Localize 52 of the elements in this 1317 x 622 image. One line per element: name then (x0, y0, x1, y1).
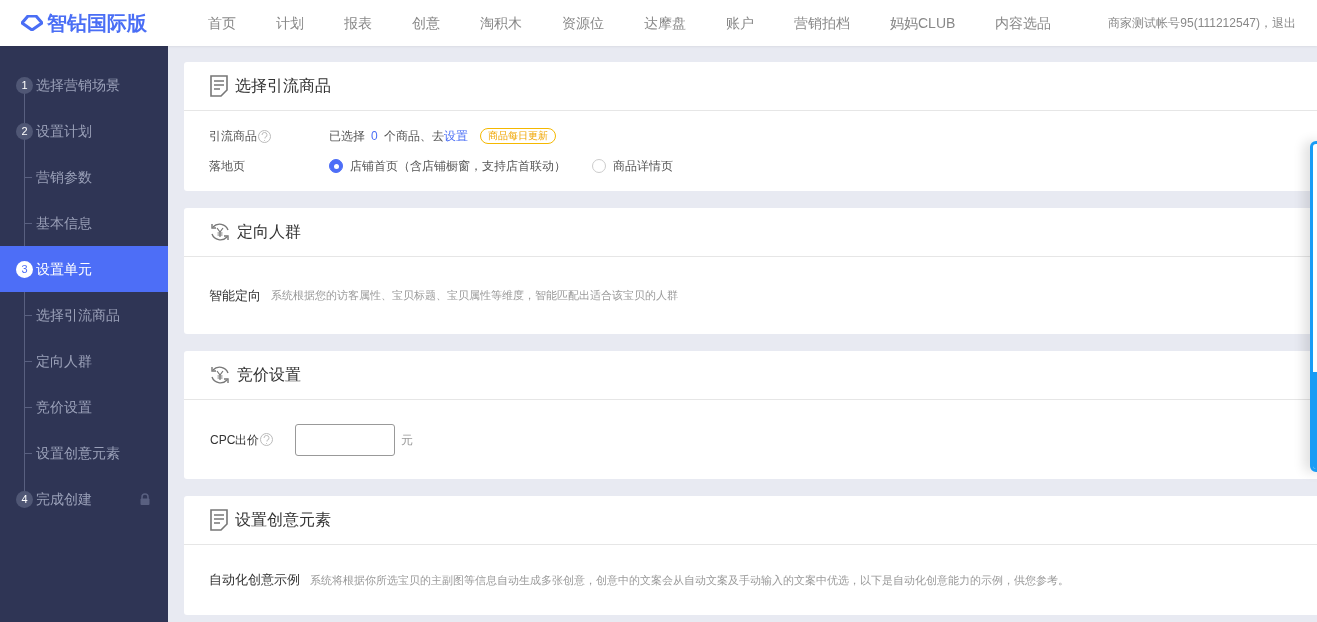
yen-cycle-icon (209, 221, 231, 243)
help-icon[interactable] (258, 129, 271, 143)
nav-link[interactable]: 达摩盘 (644, 12, 686, 34)
sidebar-item[interactable]: 竞价设置 (0, 384, 168, 430)
nav-link[interactable]: 资源位 (562, 12, 604, 34)
nav-link[interactable]: 妈妈CLUB (890, 12, 956, 34)
description-text: 系统根据您的访客属性、宝贝标题、宝贝属性等维度，智能匹配出适合该宝贝的人群 (271, 288, 678, 304)
nav-link[interactable]: 账户 (726, 12, 754, 34)
section-title: 竞价设置 (237, 365, 301, 385)
sidebar-item[interactable]: 营销参数 (0, 154, 168, 200)
logo-text[interactable]: 智钻国际版 (47, 8, 147, 38)
nav-link[interactable]: 报表 (344, 12, 372, 34)
step-number: 4 (16, 490, 33, 508)
radio-button[interactable] (592, 159, 606, 173)
document-icon (209, 509, 229, 531)
radio-option[interactable]: 商品详情页 (592, 157, 673, 175)
selected-count-text: 已选择 0 个商品、去设置 (329, 128, 468, 145)
sidebar-item[interactable]: 1 选择营销场景 (0, 62, 168, 108)
sidebar-item[interactable]: 设置创意元素 (0, 430, 168, 476)
nav-link[interactable]: 首页 (208, 12, 236, 34)
section-title: 定向人群 (237, 222, 301, 242)
step-number: 3 (16, 260, 33, 278)
field-label: 智能定向 (209, 286, 261, 305)
sidebar-item[interactable]: 定向人群 (0, 338, 168, 384)
nav-link[interactable]: 计划 (276, 12, 304, 34)
logo-icon (21, 15, 43, 31)
section-title: 设置创意元素 (235, 510, 331, 530)
document-icon (209, 75, 229, 97)
step-number: 1 (16, 76, 33, 94)
settings-link[interactable]: 设置 (443, 129, 468, 143)
bid-input[interactable] (295, 423, 395, 456)
account-text: 商家测试帐号95(111212547)，退出 (1108, 15, 1296, 32)
field-label: 落地页 (209, 158, 246, 175)
nav-link[interactable]: 淘积木 (480, 12, 522, 34)
description-text: 系统将根据你所选宝贝的主副图等信息自动生成多张创意，创意中的文案会从自动文案及手动输入的文案中优选，以下是自动化创意能力的示例，供您参考。 (310, 572, 1069, 588)
section-title: 选择引流商品 (235, 76, 331, 96)
field-label: CPC出价 (210, 431, 260, 449)
nav-link[interactable]: 营销拍档 (794, 12, 850, 34)
sidebar-item[interactable]: 3 设置单元 (0, 246, 168, 292)
sidebar-item[interactable]: 选择引流商品 (0, 292, 168, 338)
field-label: 引流商品 (209, 128, 257, 145)
radio-option[interactable]: 店铺首页（含店铺橱窗，支持店首联动） (329, 157, 566, 175)
sidebar-item[interactable]: 基本信息 (0, 200, 168, 246)
step-number: 2 (16, 122, 33, 140)
nav-link[interactable]: 创意 (412, 12, 440, 34)
yen-cycle-icon (209, 364, 231, 386)
sidebar-item[interactable]: 2 设置计划 (0, 108, 168, 154)
nav-link[interactable]: 内容选品 (995, 12, 1052, 34)
unit-text: 元 (401, 431, 413, 449)
field-label: 自动化创意示例 (209, 571, 300, 590)
radio-button[interactable] (329, 159, 343, 173)
sidebar-item[interactable]: 4 完成创建 (0, 476, 168, 522)
